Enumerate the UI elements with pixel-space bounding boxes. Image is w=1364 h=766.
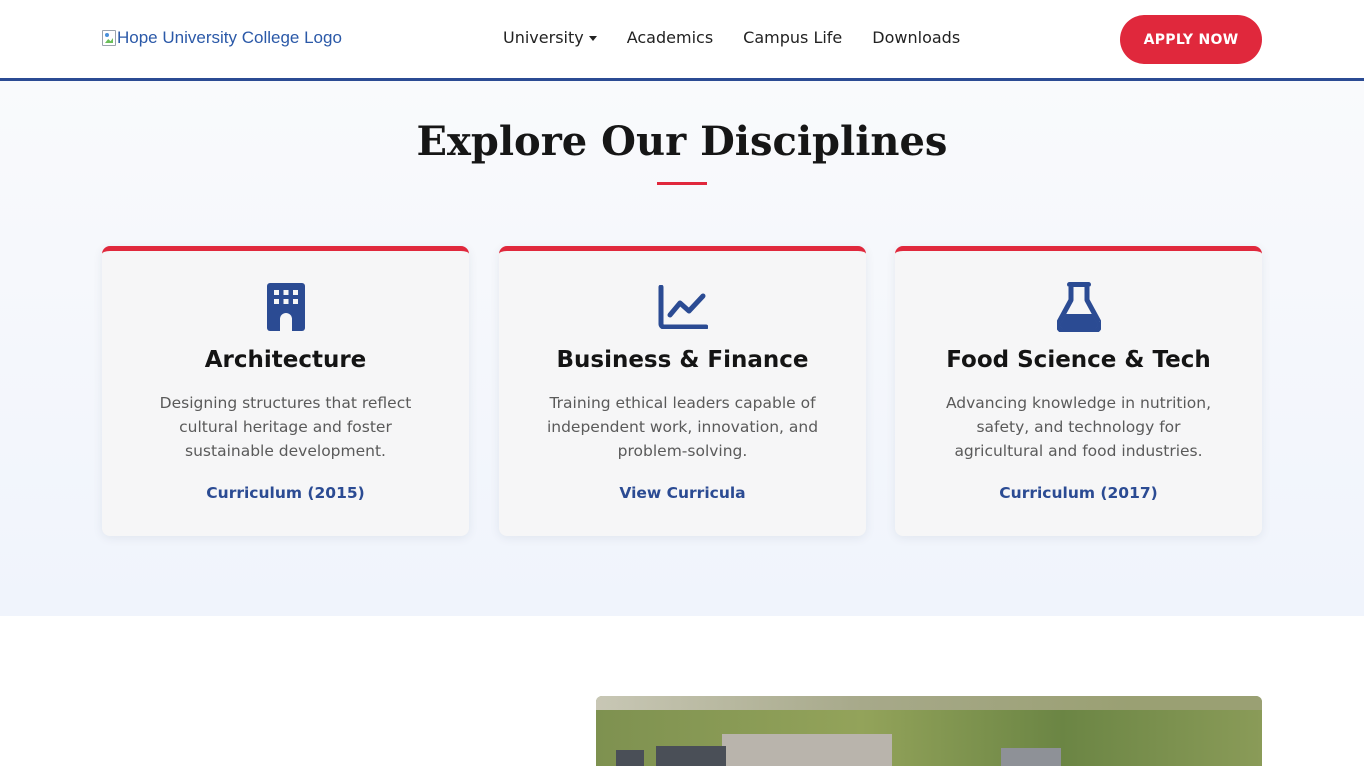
- discipline-card-architecture: Architecture Designing structures that r…: [102, 246, 469, 536]
- card-description: Advancing knowledge in nutrition, safety…: [945, 394, 1212, 460]
- nav-item-label: University: [503, 28, 584, 47]
- nav-item-academics[interactable]: Academics: [627, 28, 713, 47]
- photo-sky: [596, 696, 1262, 710]
- card-description: Training ethical leaders capable of inde…: [546, 394, 819, 460]
- card-title: Architecture: [204, 347, 367, 373]
- discipline-card-business-finance: Business & Finance Training ethical lead…: [499, 246, 866, 536]
- broken-image-icon: [102, 30, 116, 46]
- site-header: Hope University College Logo University …: [0, 0, 1364, 81]
- view-curricula-link[interactable]: View Curricula: [499, 484, 866, 502]
- photo-building: [1001, 748, 1061, 766]
- photo-building: [722, 734, 892, 766]
- campus-photo: [596, 696, 1262, 766]
- apply-now-button[interactable]: APPLY NOW: [1120, 15, 1262, 64]
- nav-item-label: Campus Life: [743, 28, 843, 47]
- nav-item-campus-life[interactable]: Campus Life: [743, 28, 842, 47]
- card-title: Food Science & Tech: [946, 347, 1211, 373]
- site-logo[interactable]: Hope University College Logo: [102, 28, 342, 48]
- building-icon: [258, 281, 314, 333]
- nav-item-downloads[interactable]: Downloads: [872, 28, 960, 47]
- nav-item-label: Downloads: [872, 28, 961, 47]
- discipline-card-food-science: Food Science & Tech Advancing knowledge …: [895, 246, 1262, 536]
- section-title: Explore Our Disciplines: [416, 118, 948, 165]
- title-underline: [657, 182, 707, 185]
- card-description: Designing structures that reflect cultur…: [159, 394, 412, 460]
- photo-building: [616, 750, 644, 766]
- chart-line-icon: [655, 281, 711, 333]
- nav-item-university[interactable]: University: [503, 28, 597, 47]
- disciplines-section: Explore Our Disciplines Architecture Des…: [0, 81, 1364, 616]
- card-title: Business & Finance: [556, 347, 809, 373]
- main-nav: University Academics Campus Life Downloa…: [503, 28, 960, 47]
- curriculum-link[interactable]: Curriculum (2015): [102, 484, 469, 502]
- curriculum-link[interactable]: Curriculum (2017): [895, 484, 1262, 502]
- flask-icon: [1051, 281, 1107, 333]
- caret-down-icon: [588, 36, 597, 41]
- logo-alt-text: Hope University College Logo: [117, 28, 342, 47]
- photo-building: [656, 746, 726, 766]
- nav-item-label: Academics: [626, 28, 714, 47]
